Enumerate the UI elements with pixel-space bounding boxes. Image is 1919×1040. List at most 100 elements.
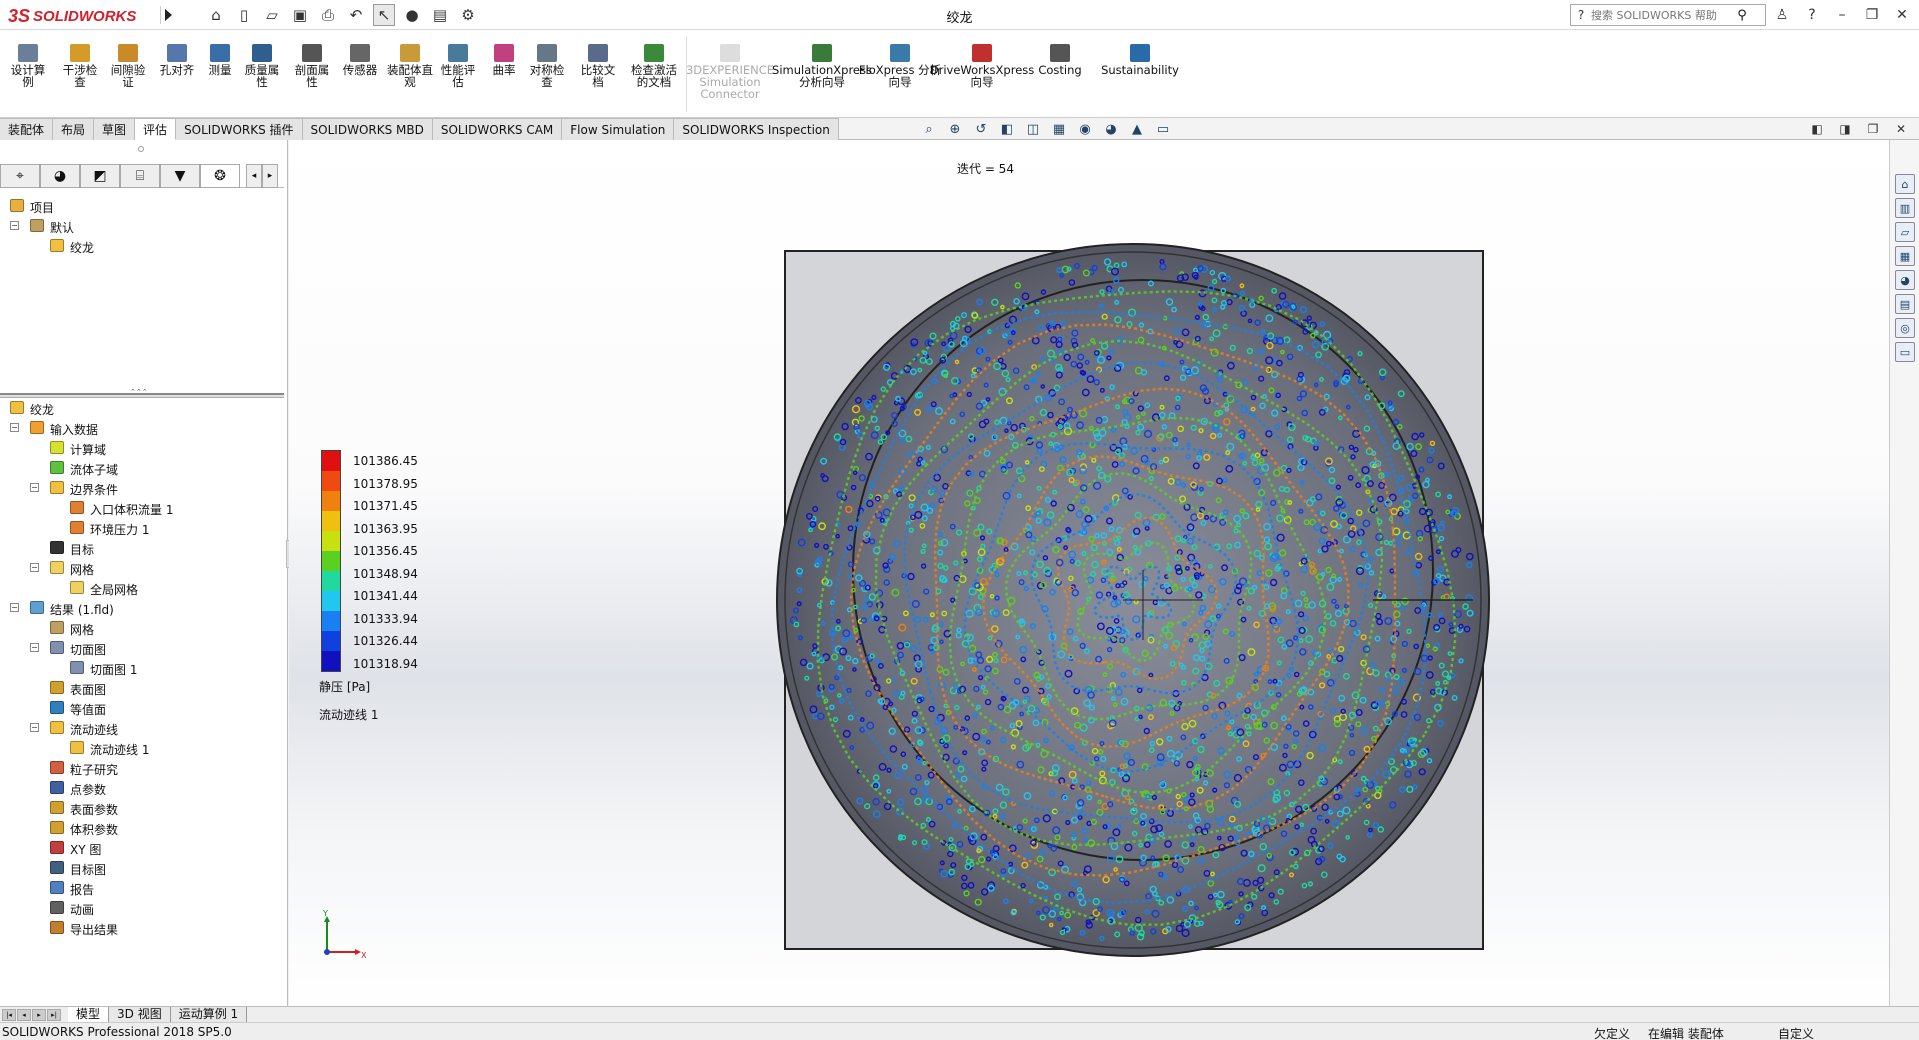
tree-node-default[interactable]: − 默认 xyxy=(0,216,284,236)
tile-left-icon[interactable]: ◧ xyxy=(1809,121,1825,137)
tree-node-particle-studies[interactable]: 粒子研究 xyxy=(0,758,284,778)
tree-node-flow-trajectories-1[interactable]: 流动迹线 1 xyxy=(0,738,284,758)
search-icon[interactable]: ⚲ xyxy=(1731,8,1753,23)
close-icon[interactable]: ✕ xyxy=(1891,4,1913,26)
last-tab-icon[interactable]: ▸| xyxy=(47,1009,61,1021)
tree-node-auger[interactable]: 绞龙 xyxy=(0,236,284,256)
zoom-area-icon[interactable]: ⊕ xyxy=(946,120,964,138)
view-settings-icon[interactable]: ▭ xyxy=(1154,120,1172,138)
configuration-manager-tab-icon[interactable]: ◩ xyxy=(80,164,120,188)
hide-show-icon[interactable]: ◉ xyxy=(1076,120,1094,138)
ribbon-button-17[interactable]: DriveWorksXpress 向导 xyxy=(930,44,1034,88)
feature-manager-tab-icon[interactable]: ⌖ xyxy=(0,164,40,188)
solidworks-resources-icon[interactable]: ⌂ xyxy=(1895,174,1915,194)
tree-node-results-mesh[interactable]: 网格 xyxy=(0,618,284,638)
user-icon[interactable]: ♙ xyxy=(1771,4,1793,26)
command-tab-6[interactable]: SOLIDWORKS CAM xyxy=(432,118,563,140)
tree-node-animations[interactable]: 动画 xyxy=(0,898,284,918)
tree-node-cut-plot-1[interactable]: 切面图 1 xyxy=(0,658,284,678)
tree-node-report[interactable]: 报告 xyxy=(0,878,284,898)
tree-node-project[interactable]: 项目 xyxy=(0,196,284,216)
command-tab-8[interactable]: SOLIDWORKS Inspection xyxy=(674,118,839,140)
display-style-icon[interactable]: ▦ xyxy=(1050,120,1068,138)
doc-close-icon[interactable]: ✕ xyxy=(1893,121,1909,137)
command-tab-1[interactable]: 布局 xyxy=(53,118,95,140)
ribbon-button-4[interactable]: 测量 xyxy=(200,44,240,76)
tree-node-surface-plots[interactable]: 表面图 xyxy=(0,678,284,698)
help-search-input[interactable] xyxy=(1591,8,1731,22)
ribbon-button-12[interactable]: 比较文档 xyxy=(578,44,618,88)
previous-view-icon[interactable]: ↺ xyxy=(972,120,990,138)
tree-node-export-results[interactable]: 导出结果 xyxy=(0,918,284,938)
tab-scroll-left-icon[interactable]: ◂ xyxy=(246,164,262,188)
solidworks-forum-icon[interactable]: ◎ xyxy=(1895,318,1915,338)
next-tab-icon[interactable]: ▸ xyxy=(32,1009,46,1021)
ribbon-button-1[interactable]: 干涉检查 xyxy=(60,44,100,88)
tree-node-cut-plots[interactable]: − 切面图 xyxy=(0,638,284,658)
graphics-area[interactable]: 迭代 = 54 101386.45 101378.95 101371.45 10136… xyxy=(289,140,1889,1006)
prev-tab-icon[interactable]: ◂ xyxy=(17,1009,31,1021)
tree-expand-toggle-icon[interactable]: − xyxy=(30,723,39,732)
ribbon-button-8[interactable]: 装配体直观 xyxy=(384,44,436,88)
ribbon-button-19[interactable]: Sustainability xyxy=(1098,44,1182,76)
tab-scroll-right-icon[interactable]: ▸ xyxy=(262,164,278,188)
tree-node-comp-domain[interactable]: 计算域 xyxy=(0,438,284,458)
zoom-to-fit-icon[interactable]: ⌕ xyxy=(920,120,938,138)
appearances-icon[interactable]: ◕ xyxy=(1895,270,1915,290)
command-tab-5[interactable]: SOLIDWORKS MBD xyxy=(302,118,433,140)
ribbon-button-13[interactable]: 检查激活的文档 xyxy=(628,44,680,88)
tree-expand-toggle-icon[interactable]: − xyxy=(10,603,19,612)
tree-node-surface-params[interactable]: 表面参数 xyxy=(0,798,284,818)
view-orientation-icon[interactable]: ◫ xyxy=(1024,120,1042,138)
command-tab-4[interactable]: SOLIDWORKS 插件 xyxy=(176,118,303,140)
command-tab-2[interactable]: 草图 xyxy=(94,118,136,140)
bottom-tab-1[interactable]: 3D 视图 xyxy=(109,1007,171,1023)
bottom-tab-2[interactable]: 运动算例 1 xyxy=(170,1007,248,1023)
section-view-icon[interactable]: ◧ xyxy=(998,120,1016,138)
edit-appearance-icon[interactable]: ◕ xyxy=(1102,120,1120,138)
tree-expand-toggle-icon[interactable]: − xyxy=(10,423,19,432)
tree-node-volume-params[interactable]: 体积参数 xyxy=(0,818,284,838)
units-status[interactable]: 自定义 xyxy=(1778,1025,1814,1040)
dimxpert-tab-icon[interactable]: ⌸ xyxy=(120,164,160,188)
tree-expand-toggle-icon[interactable]: − xyxy=(30,483,39,492)
ribbon-button-15[interactable]: SimulationXpress 分析向导 xyxy=(772,44,872,88)
tree-node-boundary-conditions[interactable]: − 边界条件 xyxy=(0,478,284,498)
command-tab-3[interactable]: 评估 xyxy=(135,118,177,140)
help-icon[interactable]: ? xyxy=(1801,4,1823,26)
tree-node-xy-plots[interactable]: XY 图 xyxy=(0,838,284,858)
tile-right-icon[interactable]: ◨ xyxy=(1837,121,1853,137)
command-tab-0[interactable]: 装配体 xyxy=(0,118,54,140)
tree-node-mesh[interactable]: − 网格 xyxy=(0,558,284,578)
tree-node-input-data[interactable]: − 输入数据 xyxy=(0,418,284,438)
ribbon-button-11[interactable]: 对称检查 xyxy=(527,44,567,88)
file-explorer-icon[interactable]: ▱ xyxy=(1895,222,1915,242)
tree-node-inlet-volume-flow[interactable]: 入口体积流量 1 xyxy=(0,498,284,518)
tree-node-results[interactable]: − 结果 (1.fld) xyxy=(0,598,284,618)
chat-icon[interactable]: ▭ xyxy=(1895,342,1915,362)
apply-scene-icon[interactable]: ▲ xyxy=(1128,120,1146,138)
minimize-icon[interactable]: – xyxy=(1831,4,1853,26)
tree-node-global-mesh[interactable]: 全局网格 xyxy=(0,578,284,598)
tree-node-env-pressure[interactable]: 环境压力 1 xyxy=(0,518,284,538)
tree-node-goals[interactable]: 目标 xyxy=(0,538,284,558)
tree-node-goal-plots[interactable]: 目标图 xyxy=(0,858,284,878)
ribbon-button-10[interactable]: 曲率 xyxy=(484,44,524,76)
ribbon-button-7[interactable]: 传感器 xyxy=(340,44,380,76)
ribbon-button-9[interactable]: 性能评估 xyxy=(438,44,478,88)
ribbon-button-0[interactable]: 设计算例 xyxy=(8,44,48,88)
tree-node-root[interactable]: 绞龙 xyxy=(0,398,284,418)
bottom-tab-0[interactable]: 模型 xyxy=(68,1007,110,1023)
view-palette-icon[interactable]: ▦ xyxy=(1895,246,1915,266)
doc-restore-icon[interactable]: ❐ xyxy=(1865,121,1881,137)
tree-expand-toggle-icon[interactable]: − xyxy=(10,221,19,230)
command-tab-7[interactable]: Flow Simulation xyxy=(562,118,675,140)
tree-expand-toggle-icon[interactable]: − xyxy=(30,563,39,572)
auger-model-flow-trajectories[interactable] xyxy=(773,240,1493,960)
tree-node-flow-trajectories[interactable]: − 流动迹线 xyxy=(0,718,284,738)
flow-simulation-tab-icon[interactable]: ❂ xyxy=(200,164,240,188)
property-manager-tab-icon[interactable]: ◕ xyxy=(40,164,80,188)
first-tab-icon[interactable]: |◂ xyxy=(2,1009,16,1021)
tree-node-isosurfaces[interactable]: 等值面 xyxy=(0,698,284,718)
tree-node-point-params[interactable]: 点参数 xyxy=(0,778,284,798)
